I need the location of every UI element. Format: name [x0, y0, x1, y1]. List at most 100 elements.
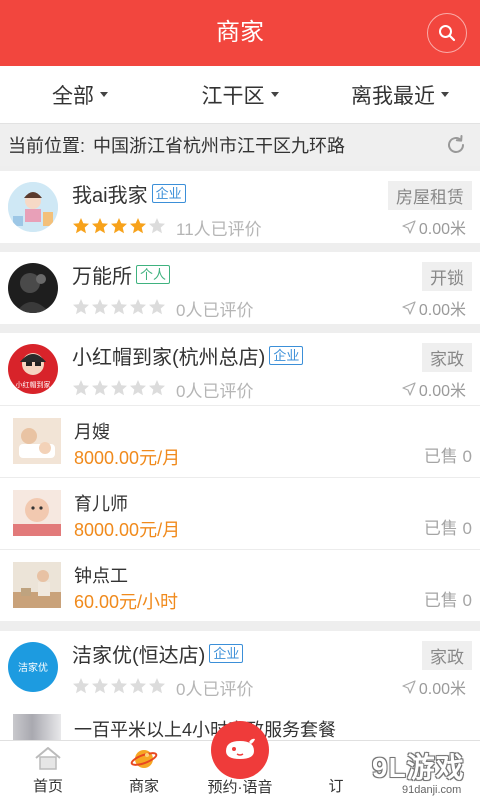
nav-orders[interactable]: 订 — [288, 741, 384, 800]
location-bar: 当前位置: 中国浙江省杭州市江干区九环路 — [0, 124, 480, 166]
distance-text: 0.00米 — [418, 302, 466, 319]
star-icon — [111, 218, 127, 234]
service-price: 8000.00元/月 — [74, 448, 181, 468]
nav-home-label: 首页 — [32, 778, 63, 795]
category-tag: 房屋租赁 — [388, 181, 472, 210]
shop-avatar: 小红帽到家 — [8, 344, 58, 394]
search-icon — [439, 25, 456, 42]
shop-name-text: 小红帽到家(杭州总店) — [72, 347, 266, 369]
star-icon — [92, 218, 108, 234]
shop-card[interactable]: 小红帽到家 小红帽到家(杭州总店) 企业 家政 0人已评价 0.00米 月嫂 8… — [0, 333, 480, 621]
top-bar: 商家 — [0, 0, 480, 66]
nav-orders-label: 订 — [328, 778, 344, 795]
star-icon — [130, 299, 146, 315]
location-arrow-icon — [402, 680, 416, 694]
shop-name: 万能所 个人 — [72, 260, 171, 289]
watermark-url: 91danji.com — [402, 784, 462, 796]
service-sold: 已售 0 — [423, 519, 472, 538]
app-screen: 商家 全部 江干区 离我最近 当前位置: 中国浙江省杭州市江干区九环路 我ai我… — [0, 0, 480, 800]
refresh-icon[interactable] — [444, 133, 468, 157]
distance: 0.00米 — [402, 296, 466, 320]
shop-name: 小红帽到家(杭州总店) 企业 — [72, 341, 304, 370]
star-icon — [73, 299, 89, 315]
star-icon — [73, 218, 89, 234]
service-price: 8000.00元/月 — [74, 520, 181, 540]
planet-icon — [130, 750, 158, 768]
rating-stars — [72, 298, 167, 316]
rating-stars — [72, 677, 167, 695]
search-button[interactable] — [427, 13, 467, 53]
distance: 0.00米 — [402, 675, 466, 699]
shop-avatar — [8, 182, 58, 232]
star-icon — [149, 380, 165, 396]
review-count: 0人已评价 — [176, 382, 254, 401]
location-arrow-icon — [402, 301, 416, 315]
service-name: 月嫂 — [74, 422, 110, 442]
service-price: 60.00元/小时 — [74, 592, 179, 612]
filter-district-label: 江干区 — [201, 84, 265, 108]
caret-down-icon — [100, 92, 108, 97]
shop-name-text: 洁家优(恒达店) — [72, 645, 206, 667]
service-thumbnail — [13, 418, 61, 464]
category-tag: 家政 — [422, 343, 472, 372]
filter-bar: 全部 江干区 离我最近 — [0, 66, 480, 124]
shop-name: 我ai我家 企业 — [72, 179, 186, 208]
rating-stars — [72, 379, 167, 397]
svg-text:洁家优: 洁家优 — [18, 661, 48, 674]
star-icon — [92, 678, 108, 694]
filter-district[interactable]: 江干区 — [160, 66, 320, 123]
service-sold: 已售 0 — [423, 447, 472, 466]
category-tag: 家政 — [422, 641, 472, 670]
shop-card[interactable]: 万能所 个人 开锁 0人已评价 0.00米 — [0, 252, 480, 324]
service-sold: 已售 0 — [423, 591, 472, 610]
caret-down-icon — [270, 92, 279, 97]
nav-merchants[interactable]: 商家 — [96, 741, 192, 800]
voice-booking-label: 预约·语音 — [207, 779, 273, 796]
service-name: 钟点工 — [74, 566, 128, 586]
distance: 0.00米 — [402, 215, 466, 239]
shop-avatar — [8, 263, 58, 313]
service-row[interactable]: 月嫂 8000.00元/月 已售 0 — [0, 405, 480, 477]
location-arrow-icon — [402, 382, 416, 396]
service-thumbnail — [13, 490, 61, 536]
star-icon — [149, 218, 165, 234]
enterprise-badge: 企业 — [209, 644, 244, 663]
shop-card[interactable]: 我ai我家 企业 房屋租赁 11人已评价 0.00米 — [0, 171, 480, 243]
svg-text:小红帽到家: 小红帽到家 — [16, 380, 51, 389]
review-count: 0人已评价 — [176, 680, 254, 699]
location-label: 当前位置: — [8, 136, 86, 156]
service-thumbnail — [13, 562, 61, 608]
watermark: 9L游戏 91danji.com — [372, 740, 480, 800]
location-address: 中国浙江省杭州市江干区九环路 — [93, 136, 346, 156]
nav-merchants-label: 商家 — [128, 778, 159, 795]
voice-booking-button[interactable] — [211, 721, 269, 779]
distance-text: 0.00米 — [418, 681, 466, 698]
page-title: 商家 — [216, 19, 264, 46]
distance-text: 0.00米 — [418, 221, 466, 238]
star-icon — [92, 380, 108, 396]
review-count: 0人已评价 — [176, 301, 254, 320]
rating-stars — [72, 217, 167, 235]
star-icon — [130, 678, 146, 694]
service-row[interactable]: 钟点工 60.00元/小时 已售 0 — [0, 549, 480, 621]
enterprise-badge: 企业 — [269, 346, 304, 365]
watermark-logo: 9L游戏 — [372, 752, 465, 783]
nav-home[interactable]: 首页 — [0, 741, 96, 800]
shop-card[interactable]: 洁家优 洁家优(恒达店) 企业 家政 0人已评价 0.00米 — [0, 631, 480, 706]
star-icon — [149, 299, 165, 315]
shop-name: 洁家优(恒达店) 企业 — [72, 639, 244, 668]
whale-icon — [226, 738, 255, 759]
star-icon — [111, 678, 127, 694]
filter-sort-label: 离我最近 — [351, 84, 435, 108]
location-arrow-icon — [402, 220, 416, 234]
enterprise-badge: 企业 — [151, 184, 186, 203]
review-count: 11人已评价 — [176, 220, 262, 239]
shop-name-text: 万能所 — [72, 266, 132, 288]
service-row[interactable]: 育儿师 8000.00元/月 已售 0 — [0, 477, 480, 549]
filter-category[interactable]: 全部 — [0, 66, 160, 123]
shop-name-text: 我ai我家 — [72, 185, 148, 207]
filter-sort[interactable]: 离我最近 — [320, 66, 480, 123]
star-icon — [92, 299, 108, 315]
personal-badge: 个人 — [136, 265, 171, 284]
star-icon — [130, 380, 146, 396]
